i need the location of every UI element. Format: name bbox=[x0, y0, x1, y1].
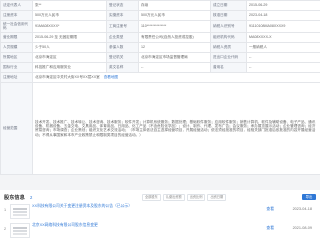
info-row: 国标行业 科技推广和应用服务业 英文名称 -- 曾用名 -- bbox=[0, 61, 320, 73]
map-link[interactable]: 查看地图 bbox=[104, 75, 118, 79]
field-value: 110************** bbox=[138, 20, 211, 33]
row-view-link[interactable]: 查看 bbox=[266, 226, 274, 231]
field-value: MA08XXXX-X bbox=[246, 31, 320, 43]
business-scope-row: 经营范围 技术开发、技术推广、技术转让、技术咨询、技术服务；软件开发；计算机系统服… bbox=[0, 81, 320, 175]
section-header: 股东信息 2 全部股东 认缴出资额 出资比例 出资日期 导出 bbox=[2, 194, 318, 202]
company-info-table: 法定代表人 张** 登记状态 存续 成立日期 2015-06-29 注册资本 500万元人民币… bbox=[0, 0, 320, 175]
field-label: 登记状态 bbox=[106, 0, 139, 11]
field-value: 存续 bbox=[138, 0, 211, 11]
field-label: 注册资本 bbox=[0, 10, 33, 21]
business-scope-label: 经营范围 bbox=[0, 81, 33, 175]
business-scope-text: 技术开发、技术推广、技术转让、技术咨询、技术服务；软件开发；计算机系统服务；数据… bbox=[32, 81, 320, 175]
field-value: -- bbox=[246, 51, 320, 63]
list-item[interactable]: 2 北京XX网络科技有限公司股东信息变更 查看 2021-08-09 bbox=[4, 221, 316, 239]
document-thumbnail-icon bbox=[10, 204, 30, 219]
row-title-link[interactable]: XX科技有限公司关于变更注册资本及股东的公告（已公示） bbox=[32, 204, 262, 209]
field-value: 2015-06-29 bbox=[246, 0, 320, 11]
shareholder-section: 股东信息 2 全部股东 认缴出资额 出资比例 出资日期 导出 1 XX科技有限公… bbox=[0, 190, 320, 240]
info-row: 注册资本 500万元人民币 实缴资本 500万元人民币 核准日期 2023-04-18 bbox=[0, 10, 320, 21]
row-date: 2023-04-18 bbox=[292, 207, 312, 211]
field-label: 曾用名 bbox=[210, 61, 247, 73]
filter-all[interactable]: 全部股东 bbox=[142, 194, 161, 201]
field-label: 进出口企业代码 bbox=[210, 51, 247, 63]
field-value: 2015-06-29 至 无固定期限 bbox=[32, 31, 107, 43]
row-index: 1 bbox=[4, 208, 7, 212]
field-label: 所属地区 bbox=[0, 51, 33, 63]
field-value: 科技推广和应用服务业 bbox=[32, 61, 107, 73]
field-label: 统一社会信用代码 bbox=[0, 20, 33, 33]
info-row: 人员规模 少于50人 参保人数 12 纳税人资质 一般纳税人 bbox=[0, 41, 320, 53]
field-label: 纳税人识别号 bbox=[210, 20, 247, 33]
field-label: 登记机关 bbox=[106, 51, 139, 63]
company-detail-page: 法定代表人 张** 登记状态 存续 成立日期 2015-06-29 注册资本 500万元人民币… bbox=[0, 0, 320, 240]
document-thumbnail-icon bbox=[10, 223, 30, 238]
field-label: 组织机构代码 bbox=[210, 31, 247, 43]
field-value: 一般纳税人 bbox=[246, 41, 320, 53]
filter-date[interactable]: 出资日期 bbox=[207, 194, 227, 201]
field-value: 少于50人 bbox=[32, 41, 107, 53]
row-index: 2 bbox=[4, 227, 7, 231]
section-title: 股东信息 bbox=[4, 195, 25, 201]
address-label: 注册地址 bbox=[0, 71, 33, 83]
row-view-link[interactable]: 查看 bbox=[266, 207, 274, 212]
field-value: 有限责任公司(自然人投资或控股) bbox=[138, 31, 211, 43]
info-row: 营业期限 2015-06-29 至 无固定期限 企业类型 有限责任公司(自然人投资或控… bbox=[0, 31, 320, 43]
info-row: 统一社会信用代码 91MA08XXXX* 工商注册号 110*************… bbox=[0, 20, 320, 33]
row-title-link[interactable]: 北京XX网络科技有限公司股东信息变更 bbox=[32, 223, 262, 228]
export-button[interactable]: 导出 bbox=[302, 194, 316, 200]
address-cell: 北京市海淀区中关村大街XX号XX层XX室 查看地图 bbox=[32, 71, 320, 83]
field-label: 纳税人资质 bbox=[210, 41, 247, 53]
filter-ratio[interactable]: 出资比例 bbox=[186, 194, 206, 201]
field-label: 法定代表人 bbox=[0, 0, 33, 11]
section-count: 2 bbox=[30, 194, 33, 200]
field-label: 核准日期 bbox=[210, 10, 247, 21]
field-label: 英文名称 bbox=[106, 61, 139, 73]
filter-subscribed[interactable]: 认缴出资额 bbox=[162, 194, 185, 201]
field-label: 营业期限 bbox=[0, 31, 33, 43]
field-value: 500万元人民币 bbox=[32, 10, 107, 21]
field-value: 91110108MA08XXXX9 bbox=[246, 20, 320, 33]
field-value: 北京市海淀区 bbox=[32, 51, 107, 63]
field-value: -- bbox=[138, 61, 211, 73]
address-value: 北京市海淀区中关村大街XX号XX层XX室 bbox=[35, 75, 100, 80]
field-value: 91MA08XXXX* bbox=[32, 20, 107, 33]
field-value: 500万元人民币 bbox=[138, 10, 211, 21]
field-label: 参保人数 bbox=[106, 41, 139, 53]
address-row: 注册地址 北京市海淀区中关村大街XX号XX层XX室 查看地图 bbox=[0, 71, 320, 83]
field-label: 国标行业 bbox=[0, 61, 33, 73]
info-row: 所属地区 北京市海淀区 登记机关 北京市海淀区市场监督管理局 进出口企业代码 -- bbox=[0, 51, 320, 63]
field-label: 企业类型 bbox=[106, 31, 139, 43]
field-value: 北京市海淀区市场监督管理局 bbox=[138, 51, 211, 63]
field-label: 工商注册号 bbox=[106, 20, 139, 33]
field-label: 人员规模 bbox=[0, 41, 33, 53]
field-value: 张** bbox=[32, 0, 107, 11]
list-item[interactable]: 1 XX科技有限公司关于变更注册资本及股东的公告（已公示） 查看 2023-04… bbox=[4, 202, 316, 220]
field-label: 成立日期 bbox=[210, 0, 247, 11]
info-row: 法定代表人 张** 登记状态 存续 成立日期 2015-06-29 bbox=[0, 0, 320, 11]
field-value: 12 bbox=[138, 41, 211, 53]
field-value: 2023-04-18 bbox=[246, 10, 320, 21]
field-label: 实缴资本 bbox=[106, 10, 139, 21]
filter-bar: 全部股东 认缴出资额 出资比例 出资日期 bbox=[142, 194, 227, 201]
field-value: -- bbox=[246, 61, 320, 73]
row-date: 2021-08-09 bbox=[292, 226, 312, 230]
